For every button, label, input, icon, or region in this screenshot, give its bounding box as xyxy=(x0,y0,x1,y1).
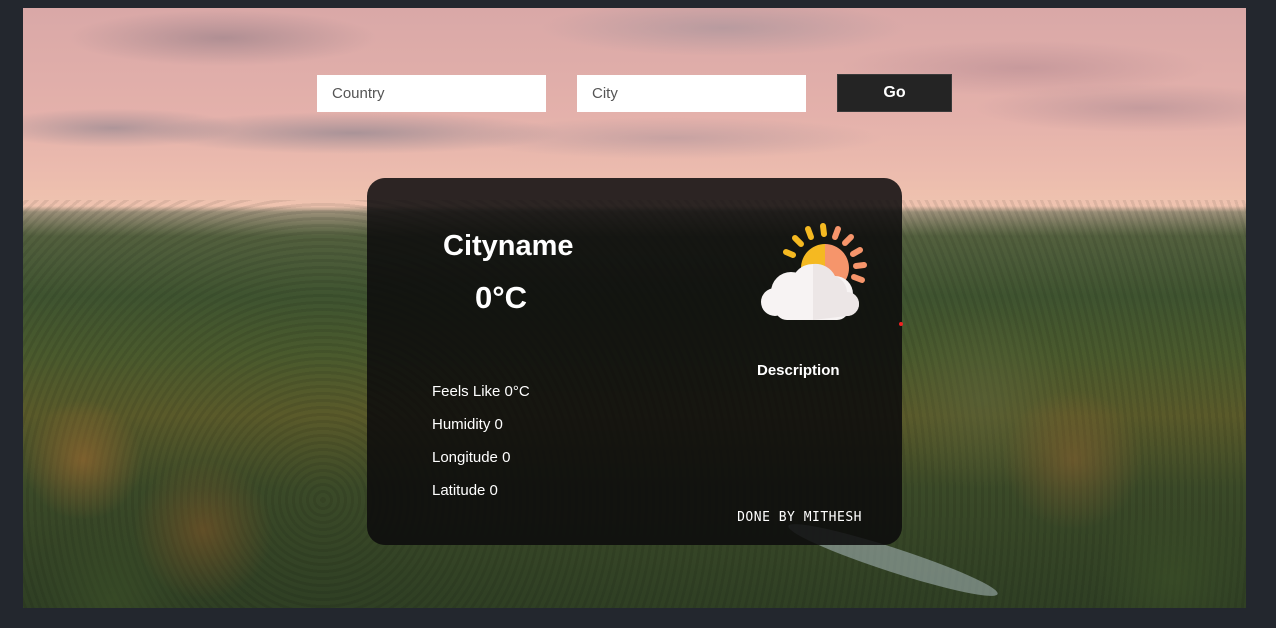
latitude: Latitude 0 xyxy=(432,482,498,499)
feels-like: Feels Like 0°C xyxy=(432,383,530,400)
longitude: Longitude 0 xyxy=(432,449,511,466)
partly-cloudy-icon xyxy=(761,223,867,320)
humidity: Humidity 0 xyxy=(432,416,503,433)
city-input[interactable] xyxy=(577,74,806,112)
background-photo: Go Cityname 0°C Feels Like 0°C Humidity … xyxy=(23,8,1246,608)
search-bar: Go xyxy=(317,74,952,112)
author-credit: DONE BY MITHESH xyxy=(737,510,862,525)
weather-description: Description xyxy=(757,362,840,379)
temperature: 0°C xyxy=(475,280,528,315)
weather-card: Cityname 0°C Feels Like 0°C Humidity 0 L… xyxy=(367,178,902,545)
indicator-dot xyxy=(899,322,903,326)
go-button[interactable]: Go xyxy=(837,74,952,112)
country-input[interactable] xyxy=(317,74,546,112)
city-name: Cityname xyxy=(443,230,574,262)
weather-details: Feels Like 0°C Humidity 0 Longitude 0 La… xyxy=(432,375,530,507)
